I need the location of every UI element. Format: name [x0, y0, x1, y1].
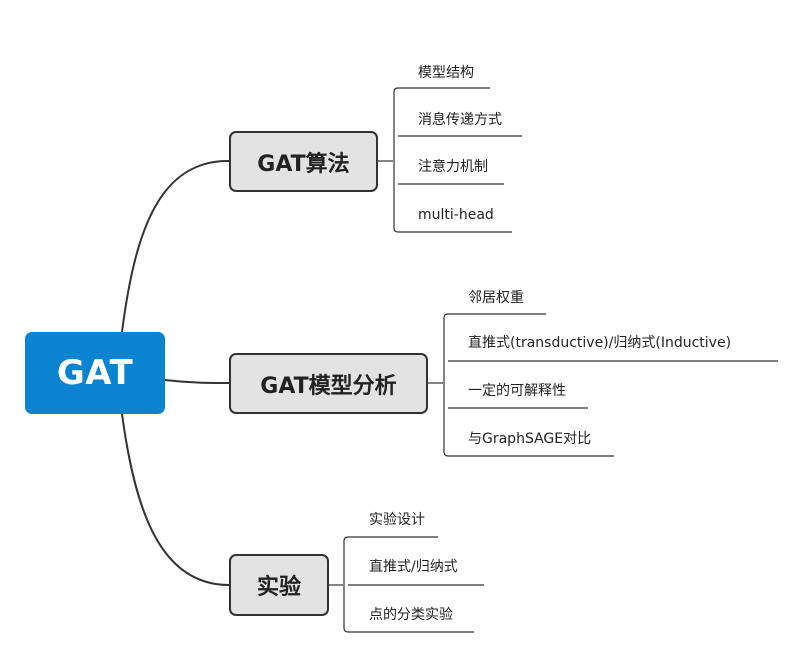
connector-root-to-gat-algorithm — [121, 159, 230, 333]
leaf-interpretability: 一定的可解释性 — [468, 383, 566, 399]
leaf-compare-graphsage: 与GraphSAGE对比 — [468, 431, 592, 447]
leaf-message-passing: 消息传递方式 — [418, 112, 502, 128]
connector-root-to-gat-analysis — [164, 379, 230, 384]
leaf-experiment-design: 实验设计 — [369, 512, 425, 528]
leaf-transductive-inductive: 直推式(transductive)/归纳式(Inductive) — [468, 335, 732, 351]
branch-gat-analysis: GAT模型分析 — [229, 353, 428, 414]
leaf-attention-mechanism: 注意力机制 — [418, 159, 488, 175]
connector-root-to-experiment — [121, 413, 230, 586]
root-node: GAT — [25, 332, 165, 414]
leaf-model-structure: 模型结构 — [418, 65, 474, 81]
leaf-multi-head: multi-head — [418, 207, 494, 223]
branch-experiment: 实验 — [229, 554, 329, 616]
leaf-node-classification: 点的分类实验 — [369, 607, 453, 623]
leaf-neighbor-weights: 邻居权重 — [468, 290, 524, 306]
leaf-transductive-inductive-exp: 直推式/归纳式 — [369, 559, 458, 575]
branch-gat-algorithm: GAT算法 — [229, 131, 378, 192]
